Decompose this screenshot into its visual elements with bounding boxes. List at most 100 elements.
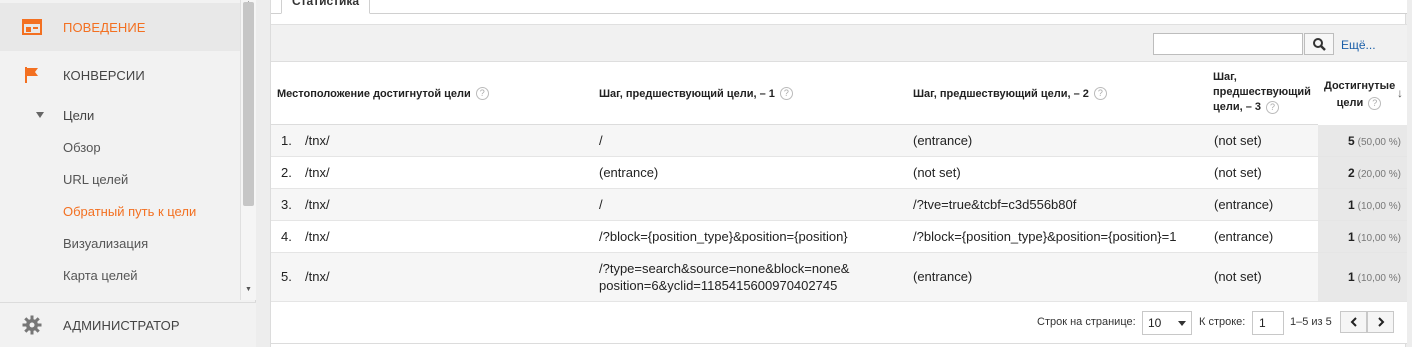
step-2[interactable]: /?block={position_type}&position={positi… (913, 229, 1176, 244)
chevron-down-icon (1178, 321, 1186, 326)
column-header-label: предшествующий (1213, 86, 1311, 98)
flag-icon (22, 65, 42, 85)
goal-completions-percent: (50,00 %) (1357, 137, 1401, 148)
step-3[interactable]: (not set) (1214, 133, 1262, 148)
step-1[interactable]: (entrance) (599, 165, 658, 180)
column-header-step3[interactable]: Шаг, предшествующий цели, – 3? (1213, 70, 1311, 115)
row-number: 1. (281, 133, 292, 148)
next-page-button[interactable] (1367, 311, 1394, 333)
search-input[interactable] (1153, 33, 1303, 55)
table-row[interactable]: 4. /tnx/ /?block={position_type}&positio… (271, 221, 1407, 253)
goto-row-label: К строке: (1199, 316, 1246, 328)
sidebar: ПОВЕДЕНИЕ КОНВЕРСИИ Цели Обзор URL целей… (0, 0, 256, 347)
goal-completions-percent: (20,00 %) (1357, 169, 1401, 180)
column-header-goal-completions[interactable]: Достигнутые цели? (1318, 62, 1407, 125)
column-header-step1[interactable]: Шаг, предшествующий цели, – 1? (599, 87, 793, 100)
gear-icon (22, 315, 42, 335)
tab-bar: Статистика (271, 0, 1407, 14)
column-header-label: Шаг, предшествующий цели, – 1 (599, 87, 775, 100)
sidebar-item-behavior[interactable]: ПОВЕДЕНИЕ (0, 3, 240, 51)
tab-statistics[interactable]: Статистика (281, 0, 371, 14)
rows-per-page-select[interactable]: 10 (1142, 311, 1192, 335)
step-3[interactable]: (entrance) (1214, 229, 1273, 244)
range-label: 1–5 из 5 (1290, 316, 1332, 328)
scrollbar-thumb[interactable] (243, 2, 254, 206)
search-button[interactable] (1304, 33, 1334, 55)
more-link[interactable]: Ещё... (1341, 38, 1376, 52)
column-header-label: Шаг, предшествующий цели, – 2 (913, 87, 1089, 100)
chevron-left-icon (1350, 317, 1357, 327)
goal-completions-percent: (10,00 %) (1357, 233, 1401, 244)
goal-completions-percent: (10,00 %) (1357, 201, 1401, 212)
goal-completions-cell: 1 (10,00 %) (1318, 221, 1407, 252)
sidebar-link-goal-urls[interactable]: URL целей (63, 172, 128, 187)
column-header-label: цели (1336, 97, 1364, 109)
step-1[interactable]: /?block={position_type}&position={positi… (599, 229, 848, 244)
step-2[interactable]: (not set) (913, 165, 961, 180)
column-header-step2[interactable]: Шаг, предшествующий цели, – 2? (913, 87, 1107, 100)
table-row[interactable]: 2. /tnx/ (entrance) (not set) (not set) … (271, 157, 1407, 189)
main-panel: Статистика Ещё... Местоположение достигн… (270, 0, 1407, 347)
sort-descending-icon[interactable]: ↓ (1397, 86, 1403, 100)
step-1[interactable]: / (599, 197, 603, 212)
sidebar-link-overview[interactable]: Обзор (63, 140, 101, 155)
step-2[interactable]: (entrance) (913, 269, 972, 284)
row-number: 3. (281, 197, 292, 212)
goal-completions-value: 5 (1347, 134, 1355, 148)
column-header-label: цели, – 3 (1213, 101, 1262, 113)
step-1[interactable]: /?type=search&source=none&block=none& po… (599, 260, 849, 294)
sidebar-item-label: АДМИНИСТРАТОР (63, 317, 180, 333)
step-1-line: /?type=search&source=none&block=none& (599, 261, 850, 276)
pagination-bar: Строк на странице: 10 К строке: 1 1–5 из… (271, 302, 1407, 344)
row-number: 2. (281, 165, 292, 180)
prev-page-button[interactable] (1340, 311, 1367, 333)
column-header-label: Достигнутые (1324, 80, 1396, 92)
step-2[interactable]: (entrance) (913, 133, 972, 148)
goal-completions-value: 2 (1347, 166, 1355, 180)
table-row[interactable]: 5. /tnx/ /?type=search&source=none&block… (271, 253, 1407, 302)
help-icon[interactable]: ? (1093, 87, 1107, 100)
layout-icon (22, 17, 42, 37)
column-header-label: Местоположение достигнутой цели (277, 87, 471, 100)
sidebar-link-funnel-visualization[interactable]: Визуализация (63, 236, 148, 251)
goal-completions-value: 1 (1347, 230, 1355, 244)
help-icon[interactable]: ? (779, 87, 793, 100)
goal-completions-percent: (10,00 %) (1357, 273, 1401, 284)
sidebar-item-conversions[interactable]: КОНВЕРСИИ (0, 51, 240, 99)
table-row[interactable]: 1. /tnx/ / (entrance) (not set) 5 (50,00 … (271, 125, 1407, 157)
goal-completions-cell: 2 (20,00 %) (1318, 157, 1407, 188)
help-icon[interactable]: ? (1368, 97, 1382, 110)
step-3[interactable]: (entrance) (1214, 197, 1273, 212)
rows-per-page-label: Строк на странице: (1037, 316, 1136, 328)
goal-location[interactable]: /tnx/ (305, 229, 330, 244)
sidebar-item-label: ПОВЕДЕНИЕ (63, 19, 146, 35)
step-1-line: position=6&yclid=1185415600970402745 (599, 278, 838, 293)
sidebar-item-label: Цели (63, 108, 95, 123)
step-3[interactable]: (not set) (1214, 269, 1262, 284)
step-2[interactable]: /?tve=true&tcbf=c3d556b80f (913, 197, 1076, 212)
help-icon[interactable]: ? (475, 87, 489, 100)
goal-completions-cell: 1 (10,00 %) (1318, 189, 1407, 220)
goal-location[interactable]: /tnx/ (305, 197, 330, 212)
table-row[interactable]: 3. /tnx/ / /?tve=true&tcbf=c3d556b80f (e… (271, 189, 1407, 221)
goal-location[interactable]: /tnx/ (305, 133, 330, 148)
goal-location[interactable]: /tnx/ (305, 165, 330, 180)
rows-per-page-value: 10 (1148, 316, 1162, 330)
column-header-label: Шаг, (1213, 71, 1237, 83)
sidebar-scrollbar[interactable]: ▲ ▼ (240, 0, 256, 300)
scroll-down-icon[interactable]: ▼ (245, 286, 252, 293)
row-number: 5. (281, 269, 292, 284)
column-header-location[interactable]: Местоположение достигнутой цели? (277, 87, 489, 100)
step-1[interactable]: / (599, 133, 603, 148)
search-icon (1312, 37, 1326, 51)
help-icon[interactable]: ? (1266, 101, 1280, 114)
chevron-right-icon (1377, 317, 1384, 327)
goal-location[interactable]: /tnx/ (305, 269, 330, 284)
sidebar-item-label: КОНВЕРСИИ (63, 67, 145, 83)
sidebar-item-goals[interactable]: Цели (0, 106, 240, 126)
sidebar-link-reverse-goal-path[interactable]: Обратный путь к цели (63, 204, 196, 219)
step-3[interactable]: (not set) (1214, 165, 1262, 180)
goto-row-input[interactable]: 1 (1252, 311, 1284, 335)
sidebar-link-goal-flow[interactable]: Карта целей (63, 268, 138, 283)
sidebar-item-admin[interactable]: АДМИНИСТРАТОР (0, 302, 256, 347)
